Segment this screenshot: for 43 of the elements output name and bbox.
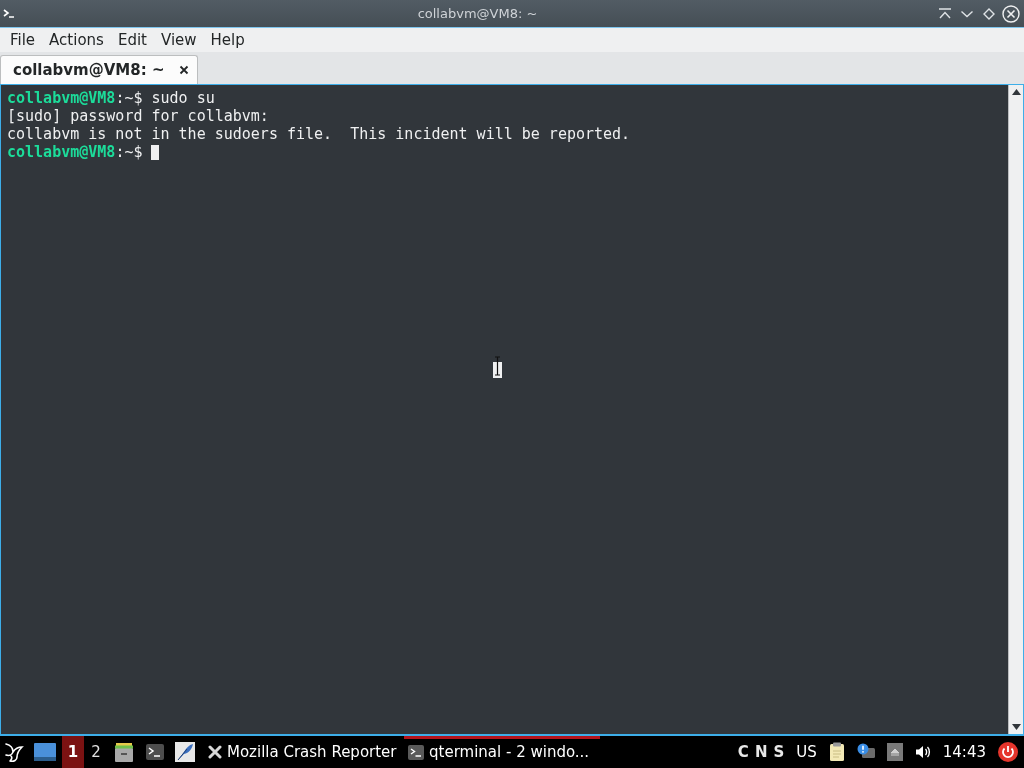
- chevron-down-icon: [960, 9, 974, 18]
- monitor-icon: [34, 743, 56, 761]
- menu-item[interactable]: File: [3, 28, 43, 52]
- window-title: collabvm@VM8: ~: [416, 6, 539, 21]
- prompt-line: collabvm@VM8:~$: [7, 143, 143, 161]
- clock[interactable]: 14:43: [942, 743, 986, 761]
- bird-logo-icon: [4, 741, 24, 763]
- close-button[interactable]: [1000, 2, 1022, 25]
- close-icon: [1002, 4, 1020, 23]
- menu-item[interactable]: View: [153, 28, 204, 52]
- output-line: [sudo] password for collabvm:: [7, 107, 269, 125]
- scrollbar[interactable]: [1008, 85, 1023, 734]
- menu-item[interactable]: Help: [203, 28, 252, 52]
- menu-item[interactable]: Actions: [42, 28, 111, 52]
- terminal-prompt-icon: [3, 9, 15, 18]
- output-line: collabvm is not in the sudoers file. This incident will be reported.: [7, 125, 631, 143]
- tab[interactable]: collabvm@VM8: ~: [0, 55, 198, 84]
- x-icon: [208, 745, 222, 759]
- prompt-line: collabvm@VM8:~$ sudo su: [7, 89, 215, 107]
- file-cabinet-icon: [114, 742, 134, 762]
- keyboard-layout[interactable]: US: [796, 743, 817, 761]
- menu-item[interactable]: Edit: [110, 28, 154, 52]
- speaker-icon[interactable]: [914, 744, 931, 760]
- notification-icon[interactable]: [856, 743, 875, 761]
- lock-key-indicator[interactable]: N: [754, 743, 768, 761]
- keep-above-icon: [938, 8, 952, 19]
- eject-icon[interactable]: [886, 743, 903, 761]
- lock-key-indicator[interactable]: C: [737, 743, 749, 761]
- scroll-down-icon[interactable]: [1011, 724, 1021, 730]
- task-button[interactable]: qterminal - 2 windo...: [404, 736, 600, 768]
- terminal-icon: [146, 744, 164, 760]
- workspace-button[interactable]: 1: [62, 736, 84, 768]
- power-icon[interactable]: [998, 742, 1018, 762]
- terminal-icon: [408, 744, 424, 760]
- close-icon[interactable]: [178, 65, 189, 75]
- task-button[interactable]: Mozilla Crash Reporter: [204, 736, 400, 768]
- clipboard-icon[interactable]: [828, 742, 845, 762]
- feather-icon: [175, 742, 195, 762]
- diamond-icon: [983, 7, 995, 20]
- scroll-up-icon[interactable]: [1011, 89, 1021, 95]
- i-beam-pointer-icon: [493, 356, 502, 378]
- lock-key-indicator[interactable]: S: [773, 743, 785, 761]
- workspace-button[interactable]: 2: [84, 736, 108, 768]
